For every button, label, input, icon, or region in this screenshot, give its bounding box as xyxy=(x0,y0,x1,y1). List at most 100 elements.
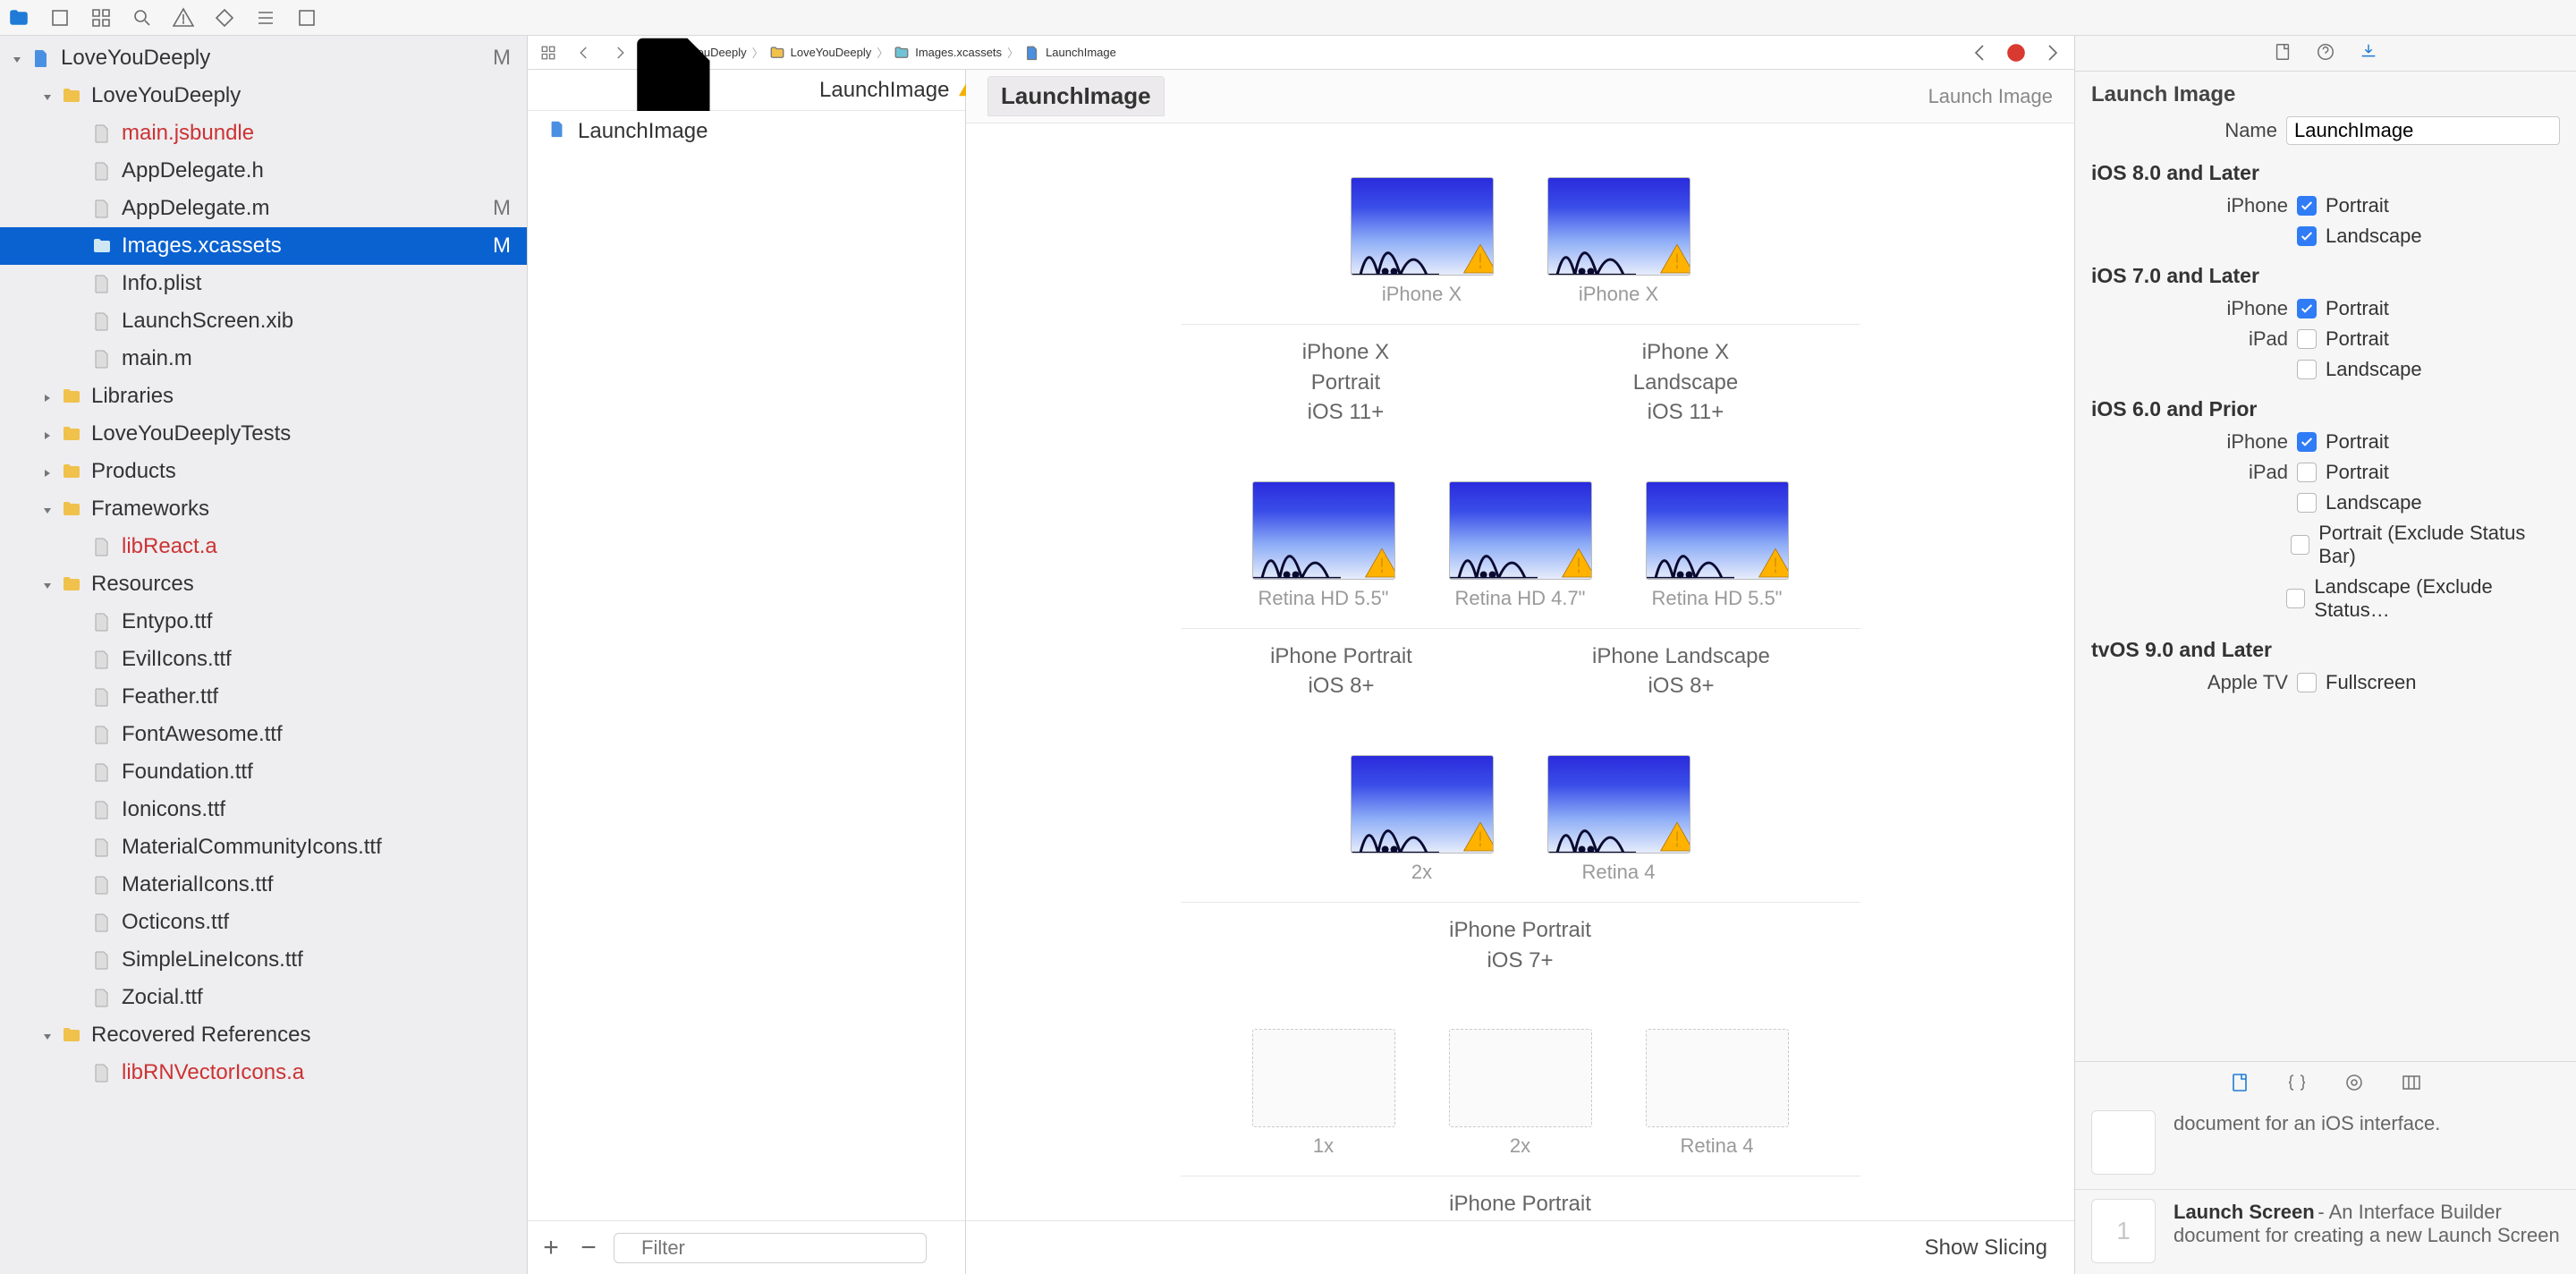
checkbox[interactable] xyxy=(2291,535,2309,555)
nav-row[interactable]: Entypo.ttf xyxy=(0,603,527,641)
file-icon xyxy=(89,1060,114,1085)
breadcrumb-item[interactable]: LaunchImage xyxy=(1024,45,1116,61)
image-slot[interactable]: 2x xyxy=(1449,1029,1592,1158)
nav-row[interactable]: LoveYouDeeplyM xyxy=(0,39,527,77)
add-asset-button[interactable]: + xyxy=(538,1233,564,1263)
inspector-download-icon[interactable] xyxy=(2359,42,2378,64)
nav-row[interactable]: MaterialIcons.ttf xyxy=(0,866,527,904)
inspector-file-icon[interactable] xyxy=(2273,42,2292,64)
asset-list-item[interactable]: LaunchImage xyxy=(528,111,965,152)
checkbox[interactable] xyxy=(2297,463,2317,482)
disclosure-icon[interactable] xyxy=(43,1031,52,1040)
inspector-help-icon[interactable] xyxy=(2316,42,2335,64)
nav-row[interactable]: Products xyxy=(0,453,527,490)
box-x-icon[interactable] xyxy=(48,6,72,30)
inspector-checkbox-row: iPad Portrait xyxy=(2075,457,2576,488)
image-slot[interactable]: 2x xyxy=(1351,755,1494,884)
inspector-checkbox-row: Landscape (Exclude Status… xyxy=(2075,572,2576,625)
nav-row[interactable]: libReact.a xyxy=(0,528,527,565)
next-issue-icon[interactable] xyxy=(2040,41,2063,64)
comment-icon[interactable] xyxy=(295,6,318,30)
image-slot[interactable]: Retina 4 xyxy=(1646,1029,1789,1158)
remove-asset-button[interactable]: − xyxy=(576,1233,601,1263)
library-object-tab-icon[interactable] xyxy=(2343,1072,2365,1096)
hierarchy-icon[interactable] xyxy=(89,6,113,30)
nav-row[interactable]: Zocial.ttf xyxy=(0,979,527,1016)
name-input[interactable] xyxy=(2286,116,2560,145)
disclosure-icon[interactable] xyxy=(43,91,52,100)
row-label: iPad xyxy=(2091,327,2288,351)
nav-row[interactable]: Octicons.ttf xyxy=(0,904,527,941)
nav-row[interactable]: FontAwesome.ttf xyxy=(0,716,527,753)
file-icon xyxy=(89,609,114,634)
prev-issue-icon[interactable] xyxy=(1969,41,1992,64)
slot-caption: 2x xyxy=(1411,861,1432,884)
nav-row[interactable]: Frameworks xyxy=(0,490,527,528)
nav-row[interactable]: Recovered References xyxy=(0,1016,527,1054)
nav-row[interactable]: LoveYouDeeplyTests xyxy=(0,415,527,453)
toolbar xyxy=(0,0,2576,36)
image-slot[interactable]: Retina 4 xyxy=(1547,755,1690,884)
library-desc-1: document for an iOS interface. xyxy=(2075,1105,2576,1185)
slot-group-label: iPhone PortraitiOS 8+ xyxy=(1270,641,1412,701)
breadcrumb-item[interactable]: Images.xcassets xyxy=(894,45,1002,61)
nav-row[interactable]: Foundation.ttf xyxy=(0,753,527,791)
library-media-tab-icon[interactable] xyxy=(2401,1072,2422,1096)
checkbox[interactable] xyxy=(2297,299,2317,318)
nav-row[interactable]: SimpleLineIcons.ttf xyxy=(0,941,527,979)
disclosure-icon[interactable] xyxy=(43,580,52,589)
diamond-icon[interactable] xyxy=(213,6,236,30)
library-code-tab-icon[interactable] xyxy=(2286,1072,2308,1096)
checkbox-label: Landscape xyxy=(2326,225,2422,248)
library-desc-2[interactable]: 1 Launch Screen - An Interface Builder d… xyxy=(2075,1193,2576,1274)
disclosure-icon[interactable] xyxy=(43,467,52,476)
disclosure-icon[interactable] xyxy=(43,429,52,438)
checkbox[interactable] xyxy=(2297,673,2317,692)
disclosure-icon[interactable] xyxy=(13,54,21,63)
file-icon xyxy=(89,271,114,296)
checkbox[interactable] xyxy=(2297,196,2317,216)
lines-icon[interactable] xyxy=(254,6,277,30)
file-icon xyxy=(89,985,114,1010)
show-slicing-button[interactable]: Show Slicing xyxy=(1925,1236,2047,1261)
nav-row[interactable]: LoveYouDeeply xyxy=(0,77,527,115)
image-slot[interactable]: Retina HD 5.5" xyxy=(1252,481,1395,610)
nav-row[interactable]: Images.xcassetsM xyxy=(0,227,527,265)
slot-caption: Retina 4 xyxy=(1582,861,1656,884)
nav-row[interactable]: EvilIcons.ttf xyxy=(0,641,527,678)
disclosure-icon[interactable] xyxy=(43,505,52,514)
nav-row[interactable]: Feather.ttf xyxy=(0,678,527,716)
nav-row[interactable]: libRNVectorIcons.a xyxy=(0,1054,527,1091)
nav-row[interactable]: main.m xyxy=(0,340,527,378)
error-indicator-icon[interactable] xyxy=(2004,41,2028,64)
nav-row[interactable]: Info.plist xyxy=(0,265,527,302)
nav-row[interactable]: Resources xyxy=(0,565,527,603)
warning-icon[interactable] xyxy=(172,6,195,30)
image-slot[interactable]: 1x xyxy=(1252,1029,1395,1158)
checkbox[interactable] xyxy=(2297,360,2317,379)
checkbox[interactable] xyxy=(2297,432,2317,452)
checkbox[interactable] xyxy=(2297,329,2317,349)
image-slot[interactable]: iPhone X xyxy=(1547,177,1690,306)
checkbox[interactable] xyxy=(2297,226,2317,246)
inspector-section-header: iOS 7.0 and Later xyxy=(2075,251,2576,293)
search-icon[interactable] xyxy=(131,6,154,30)
file-icon xyxy=(89,947,114,972)
nav-row[interactable]: AppDelegate.h xyxy=(0,152,527,190)
asset-filter-input[interactable] xyxy=(614,1233,927,1263)
nav-row[interactable]: AppDelegate.mM xyxy=(0,190,527,227)
image-slot[interactable]: iPhone X xyxy=(1351,177,1494,306)
image-slot[interactable]: Retina HD 4.7" xyxy=(1449,481,1592,610)
folder-nav-icon[interactable] xyxy=(7,6,30,30)
library-file-tab-icon[interactable] xyxy=(2229,1072,2250,1096)
disclosure-icon[interactable] xyxy=(43,392,52,401)
checkbox[interactable] xyxy=(2297,493,2317,513)
nav-row[interactable]: LaunchScreen.xib xyxy=(0,302,527,340)
nav-row[interactable]: main.jsbundle xyxy=(0,115,527,152)
nav-row[interactable]: MaterialCommunityIcons.ttf xyxy=(0,828,527,866)
checkbox[interactable] xyxy=(2286,589,2305,608)
image-slot[interactable]: Retina HD 5.5" xyxy=(1646,481,1789,610)
checkbox-label: Portrait xyxy=(2326,194,2389,217)
nav-row[interactable]: Ionicons.ttf xyxy=(0,791,527,828)
nav-row[interactable]: Libraries xyxy=(0,378,527,415)
